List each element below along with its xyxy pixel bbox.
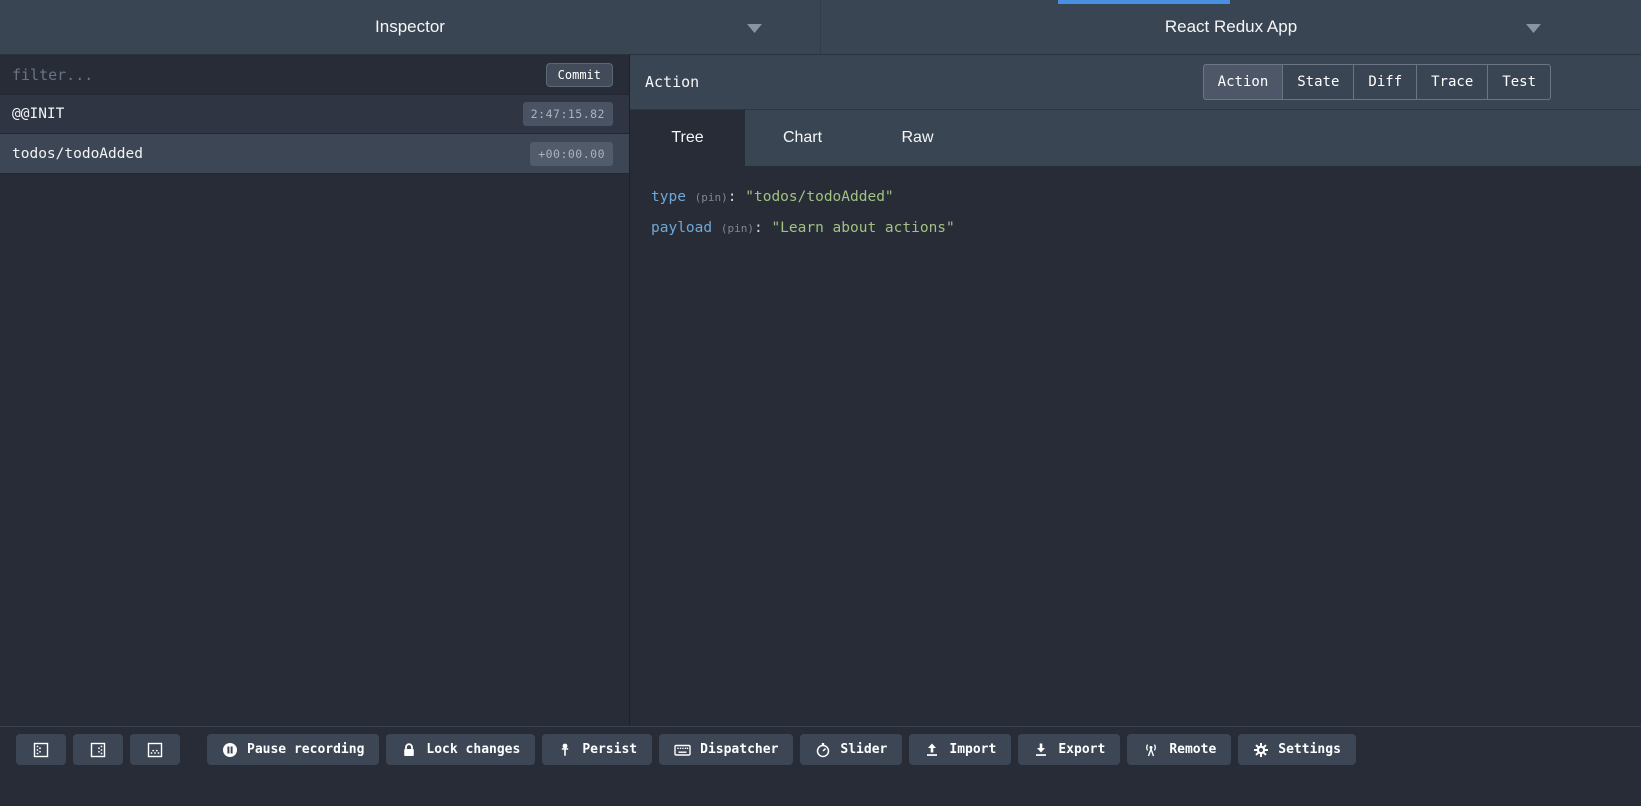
lock-icon	[401, 742, 417, 758]
main-area: Commit @@INIT 2:47:15.82 todos/todoAdded…	[0, 55, 1641, 726]
detail-header: Action Action State Diff Trace Test	[630, 55, 1641, 110]
action-time-badge: +00:00.00	[530, 142, 613, 166]
panel-position-right-button[interactable]	[73, 734, 123, 765]
panel-position-left-button[interactable]	[16, 734, 66, 765]
action-name: todos/todoAdded	[12, 146, 143, 162]
action-row-todo-added[interactable]: todos/todoAdded +00:00.00	[0, 134, 629, 174]
bottom-toolbar: Pause recording Lock changes Persist	[0, 726, 1641, 806]
subtab-tree[interactable]: Tree	[630, 110, 745, 166]
pin-link[interactable]: (pin)	[695, 191, 728, 204]
filter-input[interactable]	[12, 66, 536, 84]
json-value: "todos/todoAdded"	[745, 189, 893, 205]
toolbar-button-label: Lock changes	[426, 742, 520, 757]
top-header: Inspector React Redux App	[0, 0, 1641, 55]
slider-button[interactable]: Slider	[800, 734, 902, 765]
json-key[interactable]: type	[651, 189, 686, 205]
toolbar-button-label: Settings	[1278, 742, 1341, 757]
stopwatch-icon	[815, 742, 831, 758]
view-subtabs: Tree Chart Raw	[630, 110, 1641, 166]
toolbar-button-label: Import	[949, 742, 996, 757]
settings-button[interactable]: Settings	[1238, 734, 1356, 765]
antenna-icon	[1142, 742, 1160, 758]
toolbar-button-label: Remote	[1169, 742, 1216, 757]
chevron-down-icon	[1526, 24, 1541, 33]
json-key[interactable]: payload	[651, 220, 712, 236]
json-tree-row-type: type (pin): "todos/todoAdded"	[651, 182, 1641, 213]
pin-icon	[557, 742, 573, 758]
pin-link[interactable]: (pin)	[721, 222, 754, 235]
instance-selector[interactable]: React Redux App	[820, 0, 1641, 54]
json-value: "Learn about actions"	[771, 220, 954, 236]
action-time-badge: 2:47:15.82	[523, 102, 613, 126]
tab-trace[interactable]: Trace	[1417, 64, 1488, 100]
panel-position-right-icon	[90, 742, 106, 758]
tab-action[interactable]: Action	[1203, 64, 1284, 100]
tab-test[interactable]: Test	[1488, 64, 1551, 100]
monitor-selector[interactable]: Inspector	[0, 0, 820, 54]
chevron-down-icon	[747, 24, 762, 33]
redux-devtools-window: Inspector React Redux App Commit @@INIT …	[0, 0, 1641, 806]
upload-icon	[924, 742, 940, 758]
persist-button[interactable]: Persist	[542, 734, 652, 765]
export-button[interactable]: Export	[1018, 734, 1120, 765]
toolbar-button-label: Pause recording	[247, 742, 364, 757]
action-name: @@INIT	[12, 106, 64, 122]
remote-button[interactable]: Remote	[1127, 734, 1231, 765]
tab-diff[interactable]: Diff	[1354, 64, 1417, 100]
gear-icon	[1253, 742, 1269, 758]
filter-row: Commit	[0, 55, 629, 94]
action-row-init[interactable]: @@INIT 2:47:15.82	[0, 94, 629, 134]
toolbar-button-label: Persist	[582, 742, 637, 757]
import-button[interactable]: Import	[909, 734, 1011, 765]
keyboard-icon	[674, 742, 691, 758]
toolbar-button-label: Slider	[840, 742, 887, 757]
toolbar-button-label: Export	[1058, 742, 1105, 757]
colon: :	[754, 220, 763, 236]
colon: :	[728, 189, 737, 205]
json-tree: type (pin): "todos/todoAdded" payload (p…	[630, 166, 1641, 726]
tab-state[interactable]: State	[1283, 64, 1354, 100]
subtab-raw[interactable]: Raw	[860, 110, 975, 166]
action-log-panel: Commit @@INIT 2:47:15.82 todos/todoAdded…	[0, 55, 630, 726]
download-icon	[1033, 742, 1049, 758]
detail-panel: Action Action State Diff Trace Test Tree…	[630, 55, 1641, 726]
lock-changes-button[interactable]: Lock changes	[386, 734, 535, 765]
commit-button[interactable]: Commit	[546, 63, 613, 87]
toolbar-button-label: Dispatcher	[700, 742, 778, 757]
instance-title: React Redux App	[1165, 17, 1297, 37]
json-tree-row-payload: payload (pin): "Learn about actions"	[651, 213, 1641, 244]
detail-title: Action	[645, 73, 699, 91]
pause-icon	[222, 742, 238, 758]
panel-position-bottom-button[interactable]	[130, 734, 180, 765]
pause-recording-button[interactable]: Pause recording	[207, 734, 379, 765]
action-list: @@INIT 2:47:15.82 todos/todoAdded +00:00…	[0, 94, 629, 726]
monitor-title: Inspector	[375, 17, 445, 37]
panel-position-bottom-icon	[147, 742, 163, 758]
panel-position-left-icon	[33, 742, 49, 758]
dispatcher-button[interactable]: Dispatcher	[659, 734, 793, 765]
active-instance-indicator	[1058, 0, 1230, 4]
subtab-chart[interactable]: Chart	[745, 110, 860, 166]
detail-tab-group: Action State Diff Trace Test	[1203, 64, 1551, 100]
